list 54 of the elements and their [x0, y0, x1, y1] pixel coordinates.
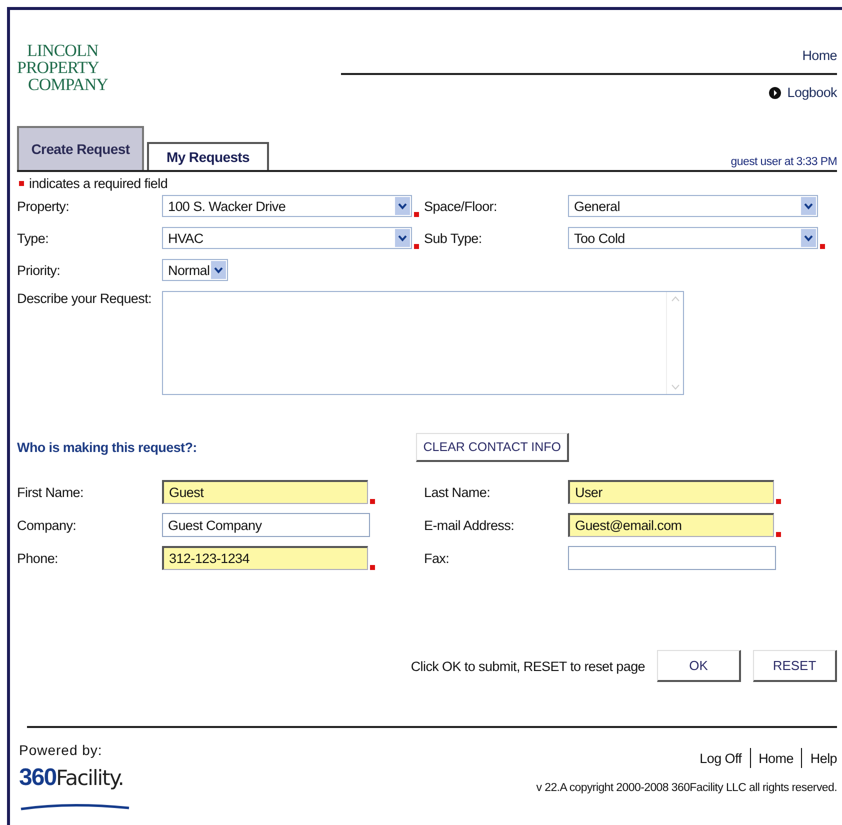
form-button[interactable]: RESET	[753, 650, 837, 682]
required-marker	[19, 181, 24, 186]
input-field[interactable]	[568, 546, 776, 570]
dropdown[interactable]: Normal	[162, 259, 228, 281]
chevron-down-icon	[804, 234, 813, 242]
field-label: Sub Type:	[424, 230, 483, 246]
user-status: guest user at 3:33 PM	[730, 156, 837, 170]
dropdown[interactable]: HVAC	[162, 227, 412, 249]
field-label: Phone:	[17, 550, 59, 566]
dropdown[interactable]: 100 S. Wacker Drive	[162, 195, 412, 217]
dropdown[interactable]: General	[568, 195, 818, 217]
brand-logo: 360Facility.	[19, 764, 131, 818]
nav-link[interactable]: Logbook	[787, 85, 837, 100]
chevron-down-icon	[804, 202, 813, 210]
required-marker	[370, 565, 375, 570]
field-label: Fax:	[424, 550, 450, 566]
copyright-text: v 22.A copyright 2000-2008 360Facility LLC all rights reserved.	[536, 782, 837, 794]
clear-contact-button[interactable]: CLEAR CONTACT INFO	[416, 433, 569, 462]
submit-hint: Click OK to submit, RESET to reset page	[410, 658, 645, 674]
field-label: Space/Floor:	[424, 198, 498, 214]
field-label: Describe your Request:	[17, 291, 152, 306]
chevron-down-icon	[214, 266, 223, 274]
chevron-down-icon	[398, 234, 407, 242]
required-marker	[370, 499, 375, 504]
powered-by-label: Powered by:	[19, 742, 104, 758]
field-label: Property:	[17, 198, 70, 214]
footer-link[interactable]: Log Off	[700, 750, 742, 766]
request-textarea[interactable]	[162, 291, 684, 395]
input-field[interactable]: User	[568, 480, 774, 504]
input-field[interactable]: Guest	[162, 480, 368, 504]
nav-link[interactable]: Home	[802, 48, 837, 63]
required-marker	[776, 499, 781, 504]
input-field[interactable]: Guest@email.com	[568, 513, 774, 537]
required-marker	[776, 532, 781, 537]
required-note: indicates a required field	[29, 176, 168, 191]
footer-link[interactable]: Help	[810, 750, 837, 766]
input-field[interactable]: Guest Company	[162, 513, 370, 537]
scroll-up-icon	[670, 296, 680, 302]
footer-link[interactable]: Home	[758, 750, 794, 766]
field-label: Type:	[17, 230, 50, 246]
scroll-down-icon	[670, 384, 680, 390]
field-label: Last Name:	[424, 484, 492, 500]
field-label: E-mail Address:	[424, 518, 516, 532]
tab[interactable]: Create Request	[17, 126, 144, 170]
input-field[interactable]: 312-123-1234	[162, 546, 368, 570]
field-label: Priority:	[17, 262, 62, 278]
dropdown[interactable]: Too Cold	[568, 227, 818, 249]
chevron-down-icon	[398, 202, 407, 210]
form-button[interactable]: OK	[657, 650, 741, 682]
company-logo: LINCOLN PROPERTY COMPANY	[17, 42, 108, 96]
field-label: Company:	[17, 518, 78, 532]
tab[interactable]: My Requests	[147, 142, 269, 170]
field-label: First Name:	[17, 484, 84, 500]
section-heading: Who is making this request?:	[17, 440, 197, 455]
